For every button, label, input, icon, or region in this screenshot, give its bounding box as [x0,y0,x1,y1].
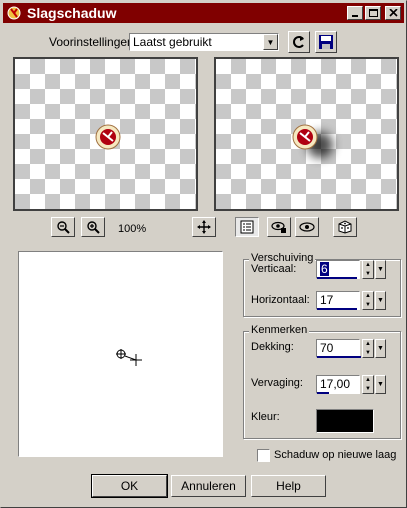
zoom-in-button[interactable] [81,217,105,237]
blur-slider-bar[interactable] [317,392,329,394]
maximize-icon [368,9,378,17]
blur-dropdown[interactable]: ▼ [375,375,386,394]
blur-label: Vervaging: [251,377,303,389]
horizontal-spinner[interactable]: ▲ ▼ [362,291,374,310]
opacity-value: 70 [320,341,334,355]
vertical-label: Verticaal: [251,263,297,275]
image-thumbnail-icon [95,124,121,150]
color-swatch[interactable] [316,409,374,433]
chevron-down-icon: ▼ [377,345,384,352]
randomize-button[interactable] [333,217,357,237]
opacity-slider-bar[interactable] [317,356,361,358]
color-label: Kleur: [251,411,280,423]
move-icon [197,220,211,234]
blur-value: 17,00 [320,377,351,391]
pan-button[interactable] [192,217,216,237]
ok-button[interactable]: OK [91,474,168,498]
save-icon [319,35,333,49]
zoom-level: 100% [118,223,147,235]
vertical-slider-bar[interactable] [317,277,357,279]
dice-icon [338,220,352,234]
opacity-dropdown[interactable]: ▼ [375,339,386,358]
zoom-in-icon [87,221,100,234]
blur-spinner[interactable]: ▲ ▼ [362,375,374,394]
auto-proof-button[interactable] [267,217,291,237]
crosshair-icon[interactable] [19,252,224,458]
horizontal-value: 17 [320,293,334,307]
spin-down-icon[interactable]: ▼ [363,385,373,394]
minimize-icon [352,15,358,17]
proof-button[interactable] [295,217,319,237]
help-button[interactable]: Help [251,475,326,497]
app-icon [6,5,22,21]
toggle-settings-button[interactable] [235,217,259,237]
preset-label: Voorinstellingen: [49,35,138,49]
eye-icon [299,222,315,232]
chevron-down-icon[interactable]: ▼ [263,34,278,50]
window-title: Slagschaduw [27,5,117,21]
reset-button[interactable] [288,31,310,53]
dialog-window: Slagschaduw Voorinstellingen: Laatst geb… [0,0,407,508]
new-layer-checkbox[interactable] [257,449,270,462]
horizontal-slider-bar[interactable] [317,308,357,310]
minimize-button[interactable] [347,6,363,20]
eye-lock-icon [271,221,286,233]
result-preview[interactable] [214,57,399,211]
spin-down-icon[interactable]: ▼ [363,349,373,358]
opacity-spinner[interactable]: ▲ ▼ [362,339,374,358]
zoom-out-icon [57,221,70,234]
original-preview[interactable] [13,57,198,211]
new-layer-label[interactable]: Schaduw op nieuwe laag [274,449,396,461]
preset-value: Laatst gebruikt [133,35,212,49]
shadow-thumbnail-icon [292,124,333,158]
list-icon [240,220,254,234]
close-button[interactable] [385,6,401,20]
preset-dropdown[interactable]: Laatst gebruikt ▼ [129,33,279,51]
horizontal-dropdown[interactable]: ▼ [375,291,386,310]
chevron-down-icon: ▼ [377,381,384,388]
close-icon [388,9,398,17]
properties-group-title: Kenmerken [249,324,310,336]
chevron-down-icon: ▼ [377,266,384,273]
cancel-button[interactable]: Annuleren [171,475,246,497]
chevron-down-icon: ▼ [377,297,384,304]
save-preset-button[interactable] [315,31,337,53]
vertical-dropdown[interactable]: ▼ [375,260,386,279]
offset-direction-pad[interactable] [18,251,223,457]
vertical-spinner[interactable]: ▲ ▼ [362,260,374,279]
spin-up-icon[interactable]: ▲ [363,261,373,270]
vertical-value: 6 [320,262,329,276]
reset-icon [293,36,304,48]
title-bar[interactable]: Slagschaduw [3,3,404,23]
spin-up-icon[interactable]: ▲ [363,292,373,301]
spin-down-icon[interactable]: ▼ [363,301,373,310]
horizontal-label: Horizontaal: [251,294,310,306]
spin-down-icon[interactable]: ▼ [363,270,373,279]
spin-up-icon[interactable]: ▲ [363,376,373,385]
zoom-out-button[interactable] [51,217,75,237]
maximize-button[interactable] [365,6,381,20]
opacity-label: Dekking: [251,341,294,353]
spin-up-icon[interactable]: ▲ [363,340,373,349]
